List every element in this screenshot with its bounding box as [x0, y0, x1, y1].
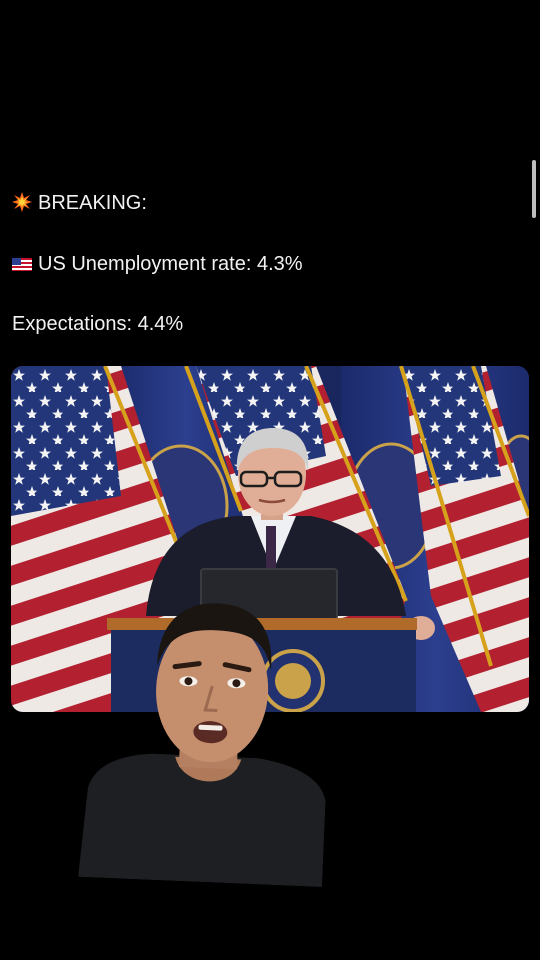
collision-icon	[12, 192, 32, 212]
unemployment-line: US Unemployment rate: 4.3%	[12, 252, 303, 276]
expectations-line: Expectations: 4.4%	[12, 312, 183, 336]
greenscreen-webcam	[78, 593, 334, 887]
scrollbar[interactable]	[532, 160, 536, 218]
unemployment-text: US Unemployment rate: 4.3%	[38, 253, 303, 275]
breaking-text: BREAKING:	[38, 192, 147, 214]
us-flag-icon	[12, 258, 32, 271]
expectations-text: Expectations: 4.4%	[12, 313, 184, 335]
breaking-line: BREAKING:	[12, 191, 147, 215]
post-container: BREAKING: US Unemployment rate: 4.3% Exp…	[0, 0, 540, 960]
